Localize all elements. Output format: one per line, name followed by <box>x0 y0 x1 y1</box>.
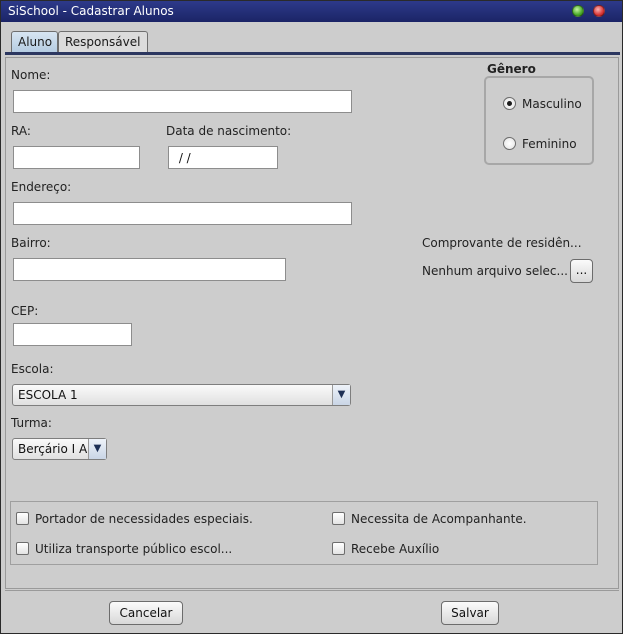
feminino-label[interactable]: Feminino <box>522 137 577 151</box>
turma-label: Turma: <box>11 416 52 430</box>
data-nascimento-label: Data de nascimento: <box>166 124 292 138</box>
close-icon[interactable] <box>593 5 605 17</box>
turma-selected-value: Berçário I A <box>18 442 88 456</box>
necessita-acompanhante-label[interactable]: Necessita de Acompanhante. <box>351 512 527 526</box>
bairro-label: Bairro: <box>11 236 51 250</box>
nome-label: Nome: <box>11 68 51 82</box>
ra-input[interactable] <box>13 146 140 169</box>
comprovante-file-text: Nenhum arquivo selec... <box>422 264 568 278</box>
save-button[interactable]: Salvar <box>441 601 499 625</box>
radio-selected-dot-icon <box>507 101 512 106</box>
ra-label: RA: <box>11 124 31 138</box>
nome-input[interactable] <box>13 90 352 113</box>
recebe-auxilio-label[interactable]: Recebe Auxílio <box>351 542 439 556</box>
escola-select[interactable]: ESCOLA 1 ▼ <box>12 384 351 406</box>
necessita-acompanhante-checkbox[interactable] <box>332 512 345 525</box>
transporte-publico-checkbox[interactable] <box>16 542 29 555</box>
footer-divider <box>5 590 619 591</box>
escola-selected-value: ESCOLA 1 <box>18 388 78 402</box>
main-window: SiSchool - Cadastrar Alunos Aluno Respon… <box>0 0 623 634</box>
browse-file-button[interactable]: ... <box>570 259 593 283</box>
minimize-icon[interactable] <box>572 5 584 17</box>
tab-aluno[interactable]: Aluno <box>11 31 58 53</box>
recebe-auxilio-checkbox[interactable] <box>332 542 345 555</box>
tab-responsavel[interactable]: Responsável <box>58 31 148 53</box>
masculino-label[interactable]: Masculino <box>522 97 582 111</box>
cep-input[interactable] <box>13 323 132 346</box>
escola-label: Escola: <box>11 362 54 376</box>
data-nascimento-input[interactable] <box>168 146 278 169</box>
turma-select[interactable]: Berçário I A ▼ <box>12 438 107 460</box>
window-title: SiSchool - Cadastrar Alunos <box>8 4 174 18</box>
escola-dropdown-arrow-icon[interactable]: ▼ <box>332 385 350 405</box>
portador-necessidades-label[interactable]: Portador de necessidades especiais. <box>35 512 253 526</box>
endereco-input[interactable] <box>13 202 352 225</box>
transporte-publico-label[interactable]: Utiliza transporte público escol... <box>35 542 232 556</box>
cep-label: CEP: <box>11 304 39 318</box>
feminino-radio[interactable] <box>503 137 516 150</box>
bairro-input[interactable] <box>13 258 286 281</box>
genero-group <box>484 76 594 165</box>
cancel-button[interactable]: Cancelar <box>109 601 183 625</box>
portador-necessidades-checkbox[interactable] <box>16 512 29 525</box>
endereco-label: Endereço: <box>11 180 72 194</box>
genero-title: Gênero <box>487 62 536 76</box>
masculino-radio[interactable] <box>503 97 516 110</box>
turma-dropdown-arrow-icon[interactable]: ▼ <box>88 439 106 459</box>
tab-divider <box>5 52 620 55</box>
title-bar[interactable]: SiSchool - Cadastrar Alunos <box>1 1 622 22</box>
comprovante-label: Comprovante de residên... <box>422 236 582 250</box>
